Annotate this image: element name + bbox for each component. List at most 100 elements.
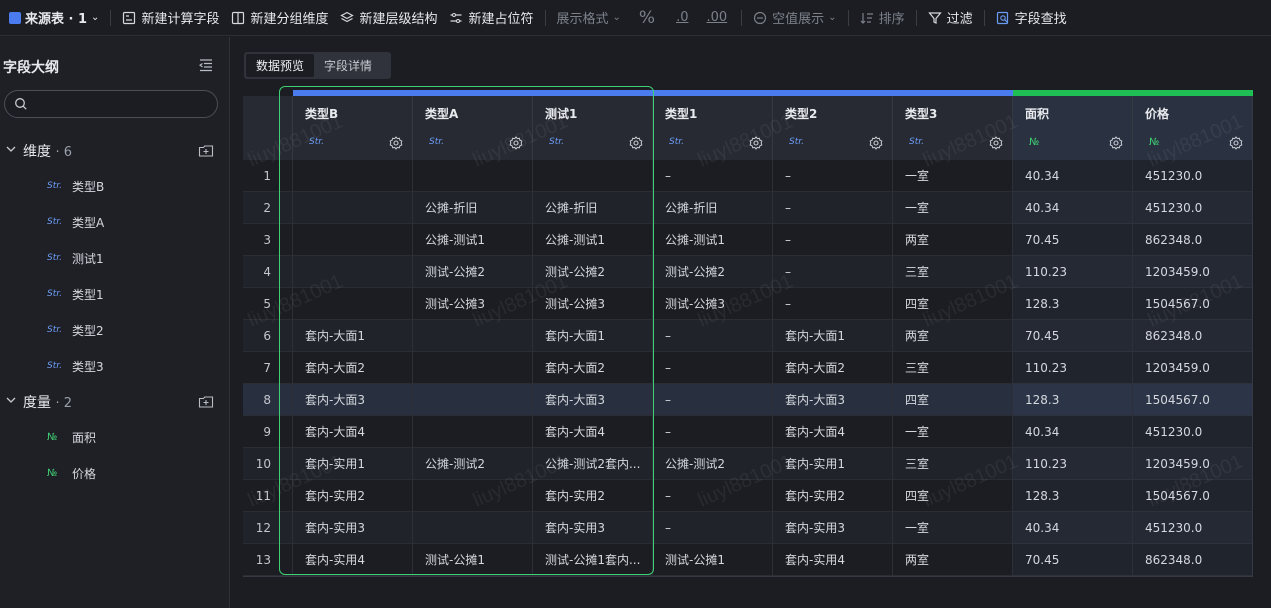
add-measure-icon[interactable] [198, 394, 214, 410]
table-cell[interactable]: 1203459.0 [1133, 352, 1253, 384]
table-cell[interactable] [533, 160, 653, 192]
table-cell[interactable]: 公摊-测试2 [413, 448, 533, 480]
table-cell[interactable]: 三室 [893, 448, 1013, 480]
table-cell[interactable]: 套内-实用2 [533, 480, 653, 512]
table-cell[interactable]: 测试-公摊2 [413, 256, 533, 288]
table-cell[interactable]: 套内-实用3 [533, 512, 653, 544]
table-cell[interactable]: 862348.0 [1133, 544, 1253, 576]
dimension-field-item[interactable]: Str. 类型1 [47, 284, 104, 304]
new-hierarchy-button[interactable]: 新建层级结构 [334, 0, 443, 36]
measure-field-item[interactable]: № 价格 [47, 463, 96, 483]
table-cell[interactable] [293, 192, 413, 224]
table-cell[interactable]: 三室 [893, 256, 1013, 288]
table-cell[interactable]: 862348.0 [1133, 224, 1253, 256]
table-cell[interactable]: 套内-实用4 [773, 544, 893, 576]
display-format-dropdown[interactable]: 展示格式 ⌄ [551, 0, 627, 36]
table-cell[interactable]: 128.3 [1013, 384, 1133, 416]
null-display-dropdown[interactable]: 空值展示 ⌄ [747, 0, 842, 36]
decimal-increase-button[interactable]: .00 [697, 0, 736, 36]
table-row[interactable]: 2 公摊-折旧 公摊-折旧 公摊-折旧 – 一室 40.34 451230.0 [243, 192, 1253, 224]
table-cell[interactable]: – [773, 192, 893, 224]
table-cell[interactable]: 1504567.0 [1133, 480, 1253, 512]
table-cell[interactable]: 三室 [893, 352, 1013, 384]
table-cell[interactable]: 测试-公摊3 [653, 288, 773, 320]
dimension-field-item[interactable]: Str. 类型A [47, 212, 104, 232]
table-cell[interactable]: 一室 [893, 192, 1013, 224]
table-cell[interactable]: 451230.0 [1133, 512, 1253, 544]
dimension-field-item[interactable]: Str. 类型3 [47, 356, 104, 376]
table-cell[interactable]: – [773, 160, 893, 192]
table-cell[interactable]: – [773, 224, 893, 256]
table-cell[interactable]: – [773, 256, 893, 288]
table-cell[interactable]: 40.34 [1013, 192, 1133, 224]
collapse-panel-icon[interactable] [198, 57, 214, 73]
table-cell[interactable]: 两室 [893, 320, 1013, 352]
table-cell[interactable]: 测试-公摊1套内... [533, 544, 653, 576]
table-cell[interactable]: 套内-大面3 [773, 384, 893, 416]
table-cell[interactable]: 110.23 [1013, 352, 1133, 384]
table-row[interactable]: 11 套内-实用2 套内-实用2– 套内-实用2 四室 128.3 1504567.0 [243, 480, 1253, 512]
column-header[interactable]: 类型3 Str. [893, 96, 1013, 160]
table-cell[interactable] [413, 352, 533, 384]
table-cell[interactable]: 公摊-测试2套内... [533, 448, 653, 480]
column-header[interactable]: 面积 № [1013, 96, 1133, 160]
table-cell[interactable]: 套内-大面1 [773, 320, 893, 352]
dimensions-group-header[interactable]: 维度 · 6 [0, 139, 230, 163]
column-header[interactable]: 类型A Str. [413, 96, 533, 160]
new-placeholder-button[interactable]: 新建占位符 [443, 0, 539, 36]
table-cell[interactable]: 套内-大面2 [773, 352, 893, 384]
table-cell[interactable]: 公摊-测试2 [653, 448, 773, 480]
table-cell[interactable] [413, 416, 533, 448]
table-cell[interactable]: – [653, 416, 773, 448]
table-cell[interactable]: 公摊-测试1 [533, 224, 653, 256]
table-cell[interactable]: 四室 [893, 480, 1013, 512]
table-cell[interactable]: 70.45 [1013, 320, 1133, 352]
gear-icon[interactable] [749, 136, 763, 150]
gear-icon[interactable] [989, 136, 1003, 150]
table-cell[interactable]: 公摊-折旧 [653, 192, 773, 224]
table-cell[interactable] [413, 512, 533, 544]
table-cell[interactable]: – [653, 352, 773, 384]
table-cell[interactable]: 1203459.0 [1133, 256, 1253, 288]
table-cell[interactable]: 1504567.0 [1133, 288, 1253, 320]
table-cell[interactable]: 公摊-折旧 [533, 192, 653, 224]
table-cell[interactable]: 套内-实用3 [773, 512, 893, 544]
table-cell[interactable]: – [653, 320, 773, 352]
table-cell[interactable]: 四室 [893, 384, 1013, 416]
table-cell[interactable]: 128.3 [1013, 480, 1133, 512]
table-cell[interactable]: 40.34 [1013, 512, 1133, 544]
table-cell[interactable]: 公摊-测试1 [413, 224, 533, 256]
table-cell[interactable]: 451230.0 [1133, 192, 1253, 224]
table-cell[interactable]: 40.34 [1013, 160, 1133, 192]
table-cell[interactable] [413, 160, 533, 192]
table-cell[interactable]: 70.45 [1013, 224, 1133, 256]
table-cell[interactable]: 套内-大面1 [533, 320, 653, 352]
table-row[interactable]: 9 套内-大面4 套内-大面4– 套内-大面4 一室 40.34 451230.0 [243, 416, 1253, 448]
column-header[interactable]: 价格 № [1133, 96, 1253, 160]
table-cell[interactable] [413, 320, 533, 352]
table-cell[interactable] [413, 384, 533, 416]
table-cell[interactable] [293, 160, 413, 192]
table-row[interactable]: 7 套内-大面2 套内-大面2– 套内-大面2 三室 110.23 1203459.0 [243, 352, 1253, 384]
table-cell[interactable]: 测试-公摊2 [653, 256, 773, 288]
table-cell[interactable]: 测试-公摊1 [413, 544, 533, 576]
gear-icon[interactable] [1229, 136, 1243, 150]
gear-icon[interactable] [389, 136, 403, 150]
table-cell[interactable]: 两室 [893, 224, 1013, 256]
table-row[interactable]: 3 公摊-测试1 公摊-测试1 公摊-测试1– 两室 70.45 862348.0 [243, 224, 1253, 256]
tab-data-preview[interactable]: 数据预览 [246, 54, 315, 77]
table-cell[interactable]: 110.23 [1013, 448, 1133, 480]
table-cell[interactable]: 两室 [893, 544, 1013, 576]
decimal-decrease-button[interactable]: .0 [667, 0, 697, 36]
table-cell[interactable]: – [653, 512, 773, 544]
table-row[interactable]: 5 测试-公摊3 测试-公摊3 测试-公摊3– 四室 128.3 1504567.0 [243, 288, 1253, 320]
table-row[interactable]: 6 套内-大面1 套内-大面1– 套内-大面1 两室 70.45 862348.0 [243, 320, 1253, 352]
tab-field-details[interactable]: 字段详情 [314, 54, 382, 77]
table-cell[interactable]: 一室 [893, 512, 1013, 544]
table-cell[interactable]: 862348.0 [1133, 320, 1253, 352]
table-cell[interactable]: 128.3 [1013, 288, 1133, 320]
table-cell[interactable]: 110.23 [1013, 256, 1133, 288]
table-cell[interactable]: 451230.0 [1133, 160, 1253, 192]
table-cell[interactable]: 套内-大面2 [533, 352, 653, 384]
table-cell[interactable]: – [653, 480, 773, 512]
